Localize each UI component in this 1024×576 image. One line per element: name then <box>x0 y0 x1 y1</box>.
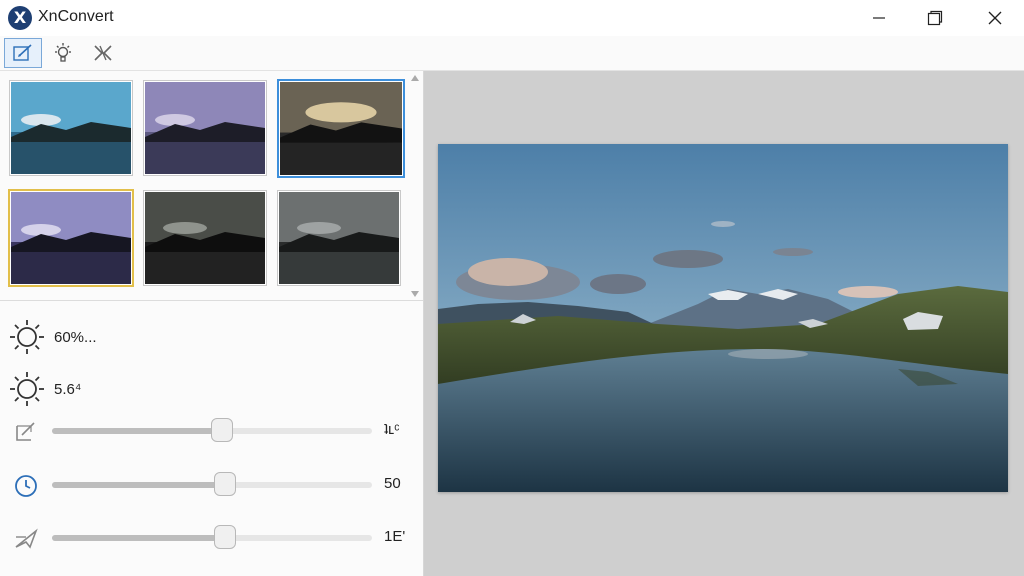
slider-track-3[interactable] <box>52 525 372 549</box>
minimize-button[interactable] <box>850 0 908 36</box>
maximize-button[interactable] <box>906 0 964 36</box>
slider-value-1: ʇʟᶜ <box>384 421 400 438</box>
image-preview[interactable] <box>438 144 1008 492</box>
brightness-row-1: 60%... <box>8 318 97 356</box>
slider-row-2: 50 <box>0 470 423 500</box>
slider-value-3: 1E' <box>384 528 406 545</box>
crop-corner-icon <box>16 422 35 441</box>
slider-fill-2 <box>52 482 225 488</box>
window-title: XnConvert <box>38 8 114 25</box>
light-bulb-icon <box>55 43 71 62</box>
slider-handle-3[interactable] <box>214 525 236 549</box>
close-icon <box>988 11 1002 25</box>
preview-area <box>424 71 1024 576</box>
slider-row-1: ʇʟᶜ <box>0 416 423 446</box>
sun-icon <box>10 320 44 354</box>
edit-pencil-icon <box>13 44 32 61</box>
plane-icon <box>15 528 38 549</box>
preset-thumbnail[interactable] <box>143 80 267 176</box>
panel-divider <box>0 300 423 301</box>
app-logo-icon: X <box>8 6 32 30</box>
title-bar: X XnConvert <box>0 0 1024 36</box>
slider-fill-1 <box>52 428 222 434</box>
preset-thumbnail[interactable] <box>143 190 267 286</box>
sun-icon <box>10 372 44 406</box>
slider-row-3: 1E' <box>0 523 423 553</box>
slider-handle-2[interactable] <box>214 472 236 496</box>
brightness-tool-button[interactable] <box>44 38 82 68</box>
crop-scissors-icon <box>94 45 112 61</box>
slider-fill-3 <box>52 535 225 541</box>
toolbar <box>0 36 1024 71</box>
brightness-row-2: 5.6⁴ <box>8 370 81 408</box>
restore-icon <box>927 10 943 26</box>
edit-tool-button[interactable] <box>4 38 42 68</box>
scroll-up-arrow-icon[interactable] <box>410 73 420 83</box>
clock-icon <box>15 475 37 497</box>
preset-thumbnail-selected[interactable] <box>277 79 405 178</box>
preset-thumbnail[interactable] <box>277 190 401 286</box>
preset-thumbnail-highlighted[interactable] <box>8 189 134 287</box>
brightness-value-1: 60%... <box>54 328 97 346</box>
slider-track-1[interactable] <box>52 418 372 442</box>
crop-tool-button[interactable] <box>84 38 122 68</box>
landscape-preview-image <box>438 144 1008 492</box>
preset-thumbnail[interactable] <box>9 80 133 176</box>
preset-thumbnails <box>0 71 423 299</box>
minimize-icon <box>873 17 885 19</box>
slider-handle-1[interactable] <box>211 418 233 442</box>
brightness-value-2: 5.6⁴ <box>54 380 82 398</box>
slider-value-2: 50 <box>384 475 401 492</box>
settings-panel: 60%... 5.6⁴ ʇʟᶜ 50 1E' <box>0 71 424 576</box>
close-button[interactable] <box>966 0 1024 36</box>
scroll-down-arrow-icon[interactable] <box>410 289 420 299</box>
slider-track-2[interactable] <box>52 472 372 496</box>
